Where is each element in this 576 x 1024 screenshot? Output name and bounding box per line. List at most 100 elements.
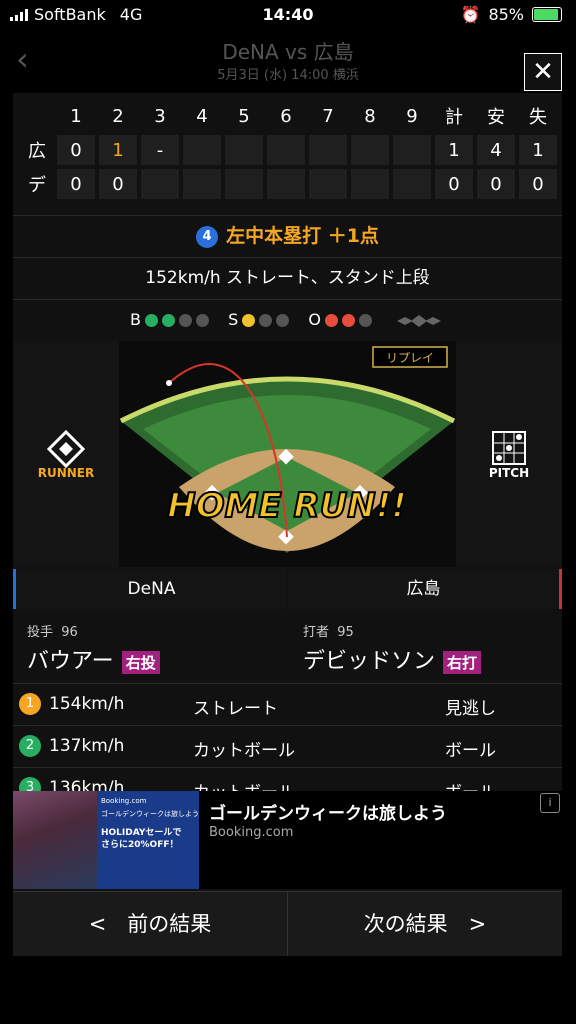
inning-header: 7 — [322, 105, 334, 127]
pitch-button[interactable]: PITCH — [456, 341, 562, 567]
inning-score — [309, 169, 347, 199]
pitch-row[interactable]: 2 137km/h カットボール ボール — [13, 725, 562, 767]
strike-dot — [276, 314, 290, 327]
pitcher-info[interactable]: 投手 96 バウアー 右投 — [13, 611, 287, 681]
result-navigation: < 前の結果 次の結果 > — [13, 891, 562, 956]
alarm-icon: ⏰ — [460, 5, 481, 24]
status-bar: SoftBank 4G 14:40 ⏰ 85% — [0, 0, 576, 30]
inning-score — [267, 135, 305, 165]
pitcher-hand-badge: 右投 — [121, 650, 160, 674]
pitch-row[interactable]: 1 154km/h ストレート 見逃し — [13, 683, 562, 725]
ball-dot — [178, 314, 192, 327]
inning-header: 4 — [196, 105, 208, 127]
close-button[interactable]: ✕ — [524, 53, 562, 91]
strike-dot — [259, 314, 273, 327]
inning-score: 0 — [57, 135, 95, 165]
inning-score — [393, 135, 431, 165]
out-dot — [358, 314, 372, 327]
pitch-type: ストレート — [193, 699, 278, 719]
ad-title[interactable]: ゴールデンウィークは旅しよう — [209, 799, 447, 824]
ad-banner[interactable]: Booking.com ゴールデンウィークは旅しよう HOLIDAYセールで さ… — [13, 791, 562, 889]
score-row: 広01-141 — [21, 135, 557, 165]
total-header: 失 — [529, 107, 547, 128]
ball-dot — [195, 314, 209, 327]
pitcher-role: 投手 — [27, 625, 54, 640]
total-score: 0 — [519, 169, 557, 199]
score-row: デ00000 — [21, 169, 557, 199]
ball-dot — [144, 314, 158, 327]
pitch-speed: 137km/h — [49, 736, 125, 756]
game-header: ‹ DeNA vs 広島 5月3日 (水) 14:00 横浜 — [0, 30, 576, 90]
pitch-result: ボール — [445, 741, 496, 761]
matchup: 投手 96 バウアー 右投 打者 95 デビッドソン 右打 — [13, 611, 562, 681]
inning-header: 2 — [112, 105, 124, 127]
out-dot — [324, 314, 338, 327]
inning-header: 3 — [154, 105, 166, 127]
team-label: デ — [28, 175, 46, 196]
pitch-description: 152km/h ストレート、スタンド上段 — [13, 257, 562, 298]
diamond-icon — [46, 429, 86, 469]
strike-zone-icon — [492, 431, 526, 465]
score-header-empty — [21, 101, 53, 131]
next-result-button[interactable]: 次の結果 > — [288, 891, 562, 956]
total-score: 1 — [435, 135, 473, 165]
prev-result-button[interactable]: < 前の結果 — [13, 891, 288, 956]
batter-name: デビッドソン — [303, 649, 436, 674]
inning-header: 6 — [280, 105, 292, 127]
batter-role: 打者 — [303, 625, 330, 640]
inning-header: 1 — [70, 105, 82, 127]
inning-score — [141, 169, 179, 199]
inning-score — [351, 169, 389, 199]
team-home[interactable]: DeNA — [13, 569, 287, 609]
pitch-label: PITCH — [488, 466, 530, 480]
play-result: 4 左中本塁打 ＋1点 — [13, 215, 562, 256]
team-label: 広 — [28, 141, 46, 162]
out-dot — [341, 314, 355, 327]
inning-score: - — [141, 135, 179, 165]
outs-label: O — [308, 310, 321, 329]
runner-label: RUNNER — [37, 466, 95, 480]
total-score: 0 — [435, 169, 473, 199]
inning-header: 5 — [238, 105, 250, 127]
play-number-badge: 4 — [196, 225, 219, 248]
field-area: RUNNER リプレイ HOME RUN!! PITCH — [13, 341, 562, 567]
play-detail-modal: 123456789計安失広01-141デ00000 4 左中本塁打 ＋1点 152… — [13, 93, 562, 956]
ad-info-icon[interactable]: i — [540, 793, 560, 813]
bases-icon — [397, 314, 441, 327]
inning-score — [183, 135, 221, 165]
batter-number: 95 — [337, 625, 354, 640]
inning-score — [267, 169, 305, 199]
inning-score — [225, 135, 263, 165]
play-result-text: 左中本塁打 ＋1点 — [226, 225, 379, 247]
ad-image-line1: ゴールデンウィークは旅しよう — [101, 810, 199, 818]
total-score: 4 — [477, 135, 515, 165]
pitcher-name: バウアー — [27, 649, 114, 674]
battery-percent: 85% — [488, 5, 524, 24]
inning-score — [183, 169, 221, 199]
runner-button[interactable]: RUNNER — [13, 341, 119, 567]
batter-info[interactable]: 打者 95 デビッドソン 右打 — [289, 611, 562, 681]
inning-score — [309, 135, 347, 165]
pitch-type: カットボール — [193, 741, 295, 761]
ad-image-brand: Booking.com — [101, 797, 147, 805]
ad-image-line3: さらに20%OFF！ — [101, 840, 179, 850]
inning-header: 8 — [364, 105, 376, 127]
pitch-result: 見逃し — [445, 699, 496, 719]
ball-count: B S O — [13, 299, 562, 340]
baseball-field-graphic: リプレイ HOME RUN!! — [119, 341, 456, 567]
pitch-number: 2 — [19, 735, 41, 757]
battery-icon — [532, 7, 562, 22]
replay-button[interactable]: リプレイ — [386, 351, 434, 365]
pitch-number: 1 — [19, 693, 41, 715]
ad-image[interactable]: Booking.com ゴールデンウィークは旅しよう HOLIDAYセールで さ… — [13, 791, 199, 889]
inning-header: 9 — [406, 105, 418, 127]
strike-dot — [242, 314, 256, 327]
total-score: 1 — [519, 135, 557, 165]
total-header: 安 — [487, 107, 505, 128]
scoreboard: 123456789計安失広01-141デ00000 — [17, 97, 561, 203]
team-away[interactable]: 広島 — [288, 569, 562, 609]
strikes-label: S — [228, 310, 239, 329]
inning-score: 0 — [57, 169, 95, 199]
batter-hand-badge: 右打 — [443, 650, 482, 674]
inning-score — [351, 135, 389, 165]
